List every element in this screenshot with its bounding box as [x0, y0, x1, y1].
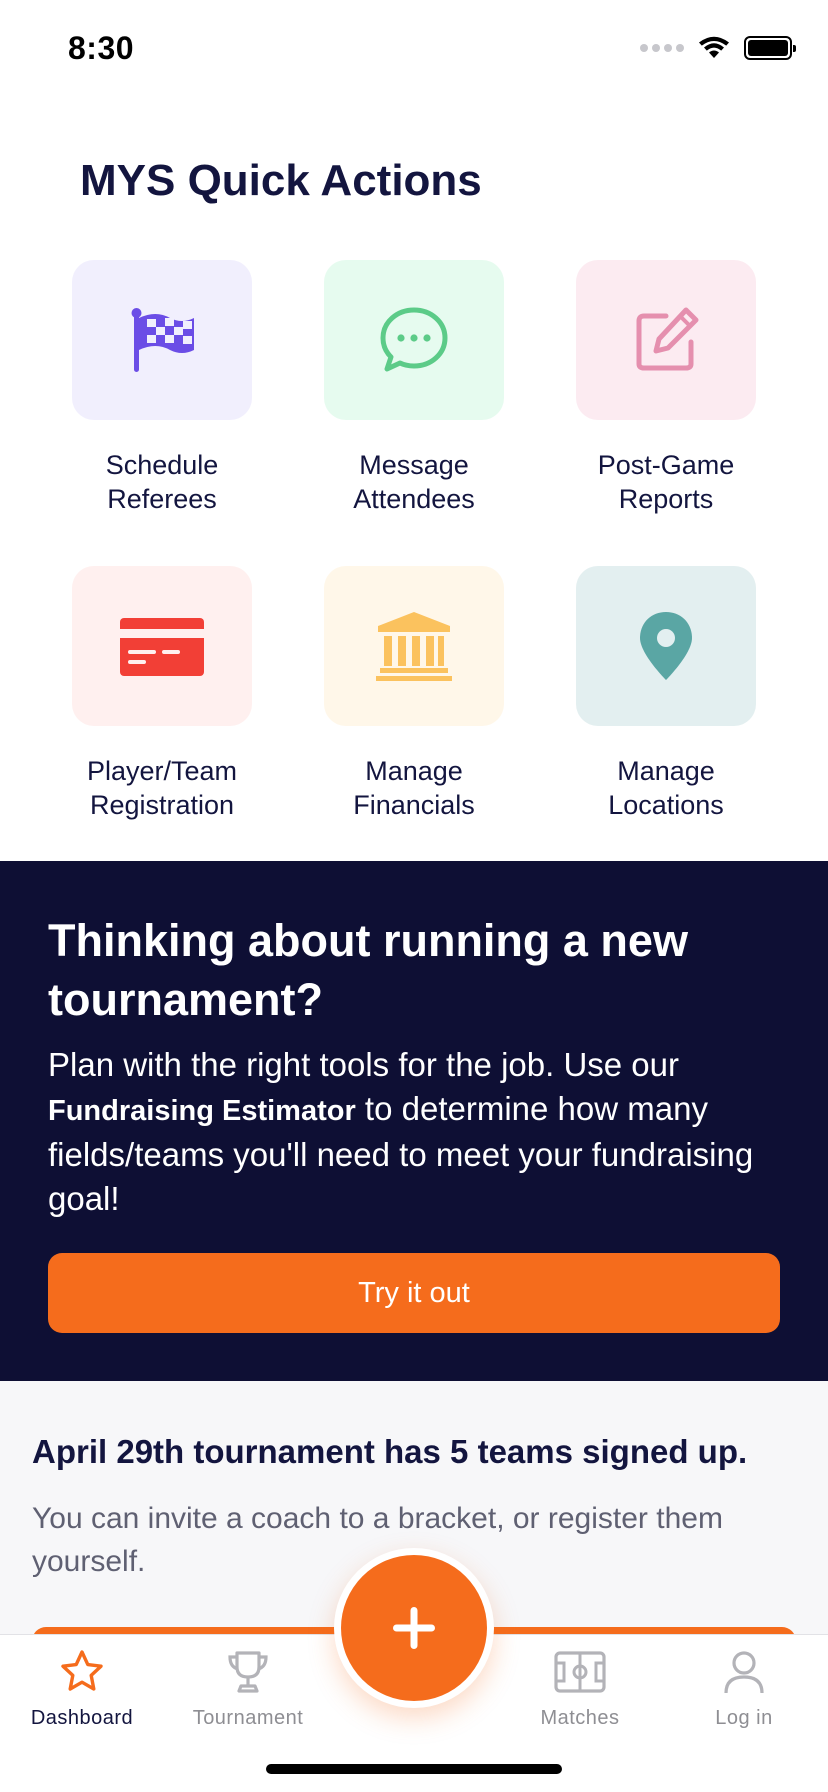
- field-icon: [554, 1651, 606, 1693]
- quick-action-post-game-reports[interactable]: Post-Game Reports: [576, 260, 756, 516]
- tab-label: Matches: [540, 1707, 620, 1729]
- quick-action-label: Message Attendees: [353, 450, 475, 514]
- quick-actions-grid: Schedule Referees Message Attendees Post…: [72, 260, 756, 822]
- quick-action-tile[interactable]: [576, 566, 756, 726]
- quick-action-label: Player/Team Registration: [86, 756, 238, 820]
- credit-card-icon: [120, 618, 204, 676]
- home-indicator: [266, 1764, 562, 1774]
- map-pin-icon: [640, 612, 692, 680]
- quick-action-manage-financials[interactable]: Manage Financials: [324, 566, 504, 822]
- fundraising-estimator-link: Fundraising Estimator: [48, 1095, 356, 1127]
- quick-action-label: Manage Financials: [353, 756, 475, 820]
- tab-matches[interactable]: Matches: [500, 1649, 660, 1730]
- quick-action-schedule-referees[interactable]: Schedule Referees: [72, 260, 252, 516]
- plus-icon: [393, 1607, 435, 1649]
- status-bar: 8:30: [0, 0, 828, 100]
- try-it-out-button[interactable]: Try it out: [48, 1253, 780, 1333]
- user-icon: [724, 1651, 764, 1694]
- tab-tournament[interactable]: Tournament: [168, 1649, 328, 1730]
- quick-action-label: Manage Locations: [608, 756, 724, 820]
- cellular-signal-icon: [640, 44, 684, 52]
- quick-action-tile[interactable]: [72, 260, 252, 420]
- tab-log-in[interactable]: Log in: [664, 1649, 824, 1730]
- tab-dashboard[interactable]: Dashboard: [2, 1649, 162, 1730]
- star-icon: [61, 1650, 103, 1691]
- tournament-promo-banner: Thinking about running a new tournament?…: [0, 861, 828, 1381]
- promo-body: Plan with the right tools for the job. U…: [48, 1046, 754, 1217]
- edit-icon: [636, 307, 699, 371]
- wifi-icon: [699, 36, 729, 58]
- battery-icon: [744, 36, 796, 60]
- quick-action-player-team-registration[interactable]: Player/Team Registration: [72, 566, 252, 822]
- quick-action-tile[interactable]: [72, 566, 252, 726]
- quick-action-manage-locations[interactable]: Manage Locations: [576, 566, 756, 822]
- quick-actions-title: MYS Quick Actions: [80, 156, 482, 205]
- quick-action-label: Post-Game Reports: [597, 450, 735, 514]
- trophy-icon: [228, 1651, 268, 1693]
- quick-action-tile[interactable]: [576, 260, 756, 420]
- bank-icon: [376, 612, 452, 681]
- status-icons: [640, 36, 796, 60]
- add-fab-button[interactable]: [334, 1548, 494, 1708]
- quick-action-message-attendees[interactable]: Message Attendees: [324, 260, 504, 516]
- checkered-flag-icon: [131, 308, 194, 372]
- quick-action-label: Schedule Referees: [105, 450, 219, 514]
- quick-action-tile[interactable]: [324, 566, 504, 726]
- tab-label: Dashboard: [30, 1707, 134, 1729]
- tab-label: Log in: [715, 1707, 773, 1729]
- quick-action-tile[interactable]: [324, 260, 504, 420]
- tab-label: Tournament: [192, 1707, 304, 1729]
- chat-bubble-icon: [380, 307, 448, 372]
- signup-card-title: April 29th tournament has 5 teams signed…: [32, 1433, 748, 1470]
- status-time: 8:30: [68, 30, 135, 66]
- promo-title: Thinking about running a new tournament?: [48, 915, 688, 1025]
